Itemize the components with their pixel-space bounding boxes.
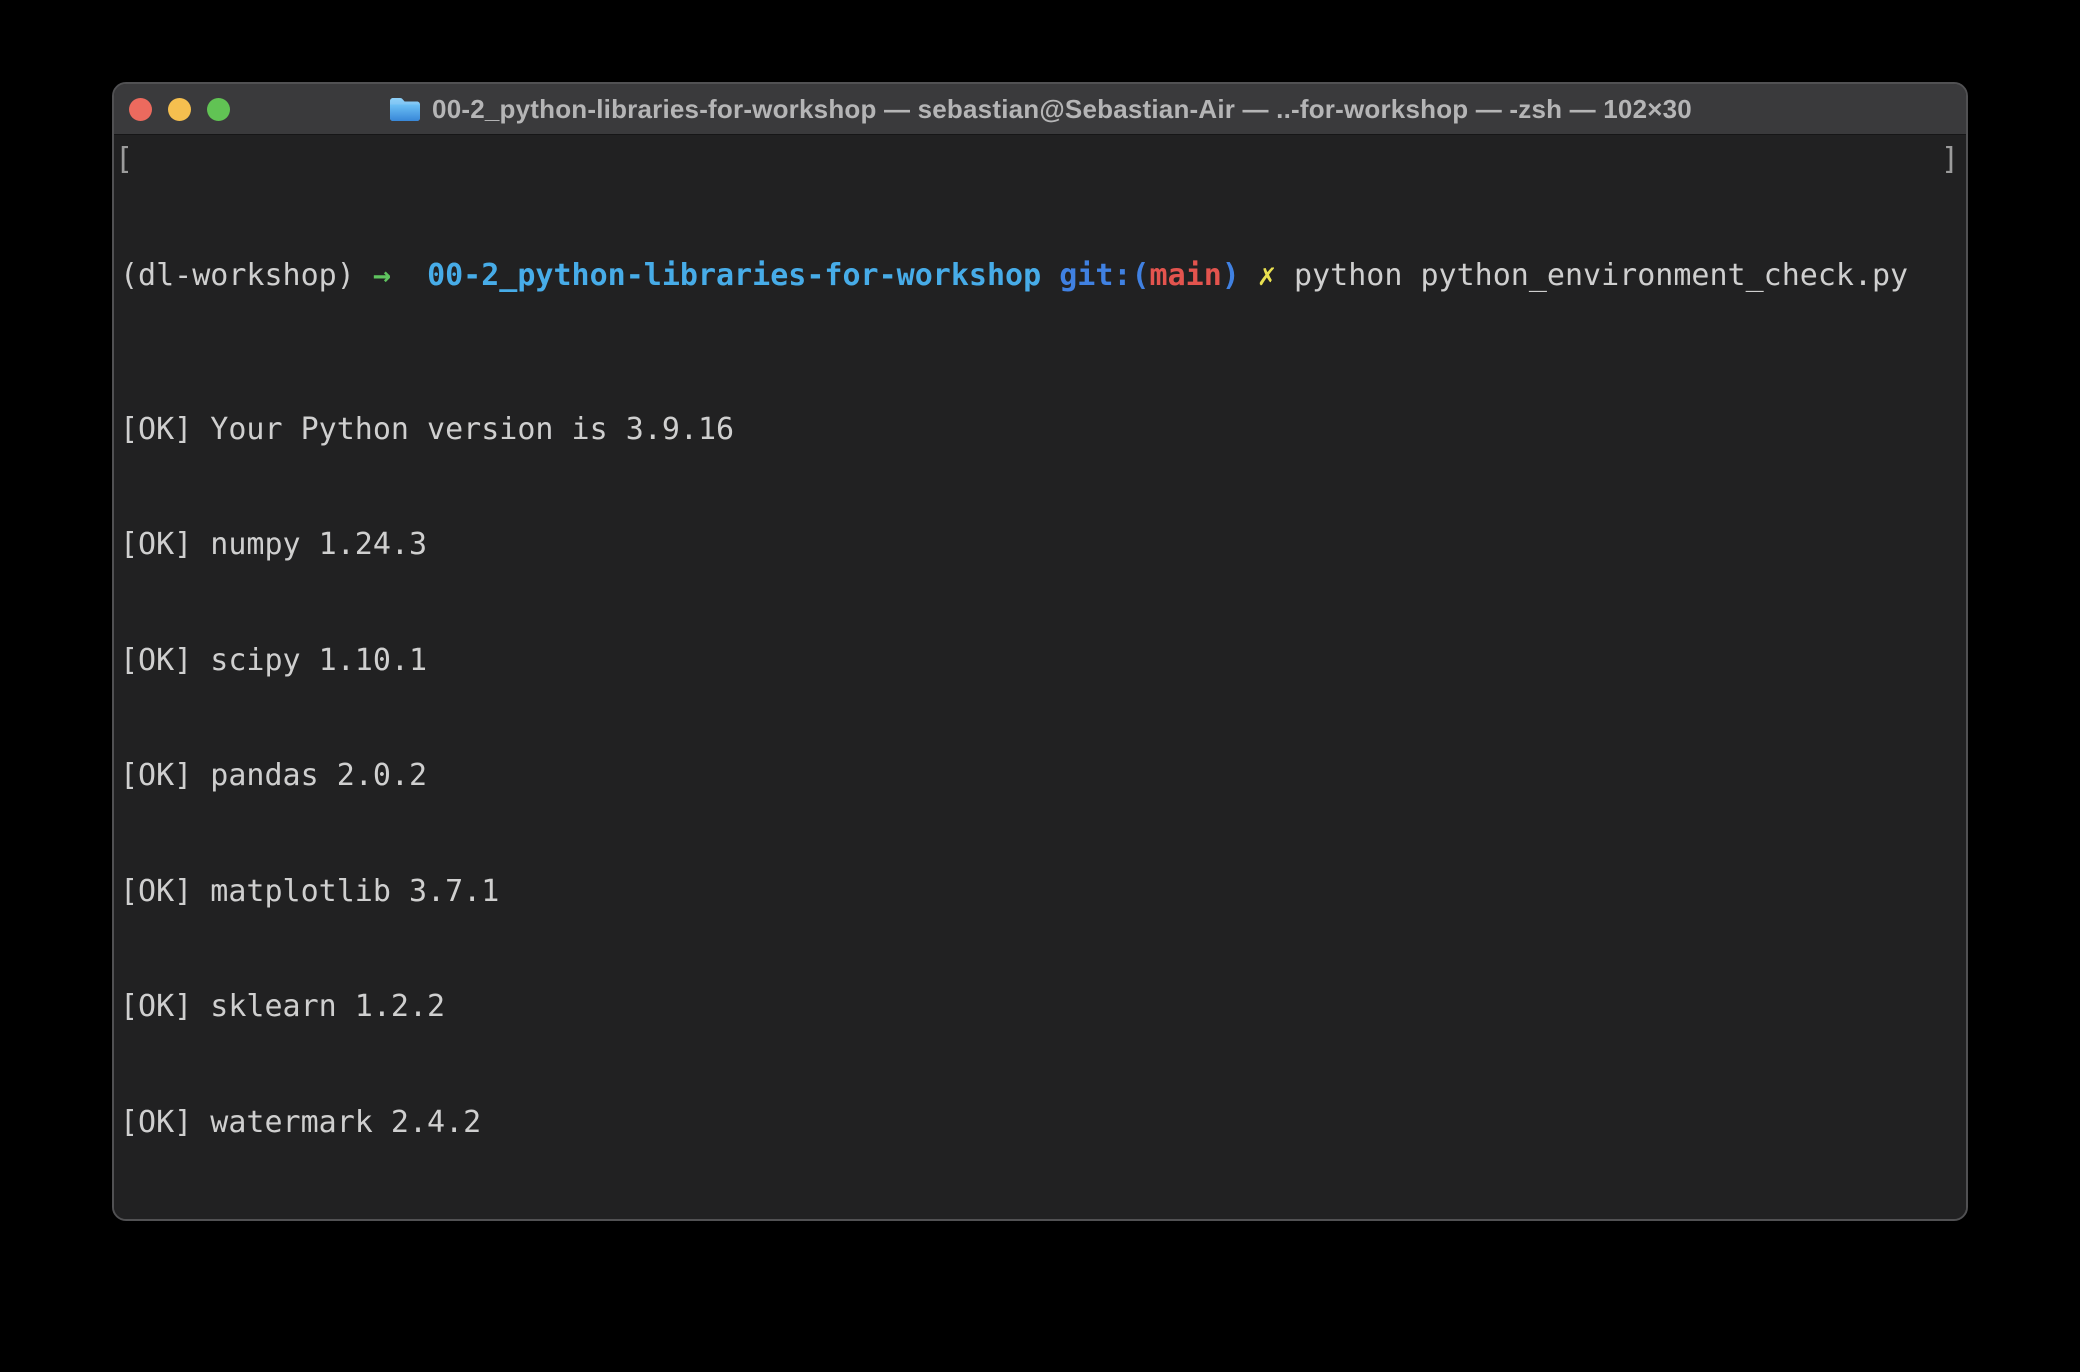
conda-env-label: (dl-workshop): [120, 258, 373, 293]
zoom-button[interactable]: [207, 98, 230, 121]
git-branch: main: [1150, 258, 1222, 293]
git-prefix: git:(: [1059, 258, 1149, 293]
minimize-button[interactable]: [168, 98, 191, 121]
output-line: [OK] Your Python version is 3.9.16: [120, 411, 1960, 450]
prompt-arrow: →: [373, 258, 427, 293]
window-controls: [129, 84, 230, 134]
prompt-mark-left: [: [115, 141, 133, 180]
output-line: [OK] torch 2.0.1: [120, 1219, 1960, 1221]
output-line: [OK] matplotlib 3.7.1: [120, 873, 1960, 912]
typed-command: python python_environment_check.py: [1294, 258, 1908, 293]
git-dirty-flag: ✗: [1240, 258, 1294, 293]
prompt-mark-right: ]: [1941, 141, 1959, 180]
terminal-lines: (dl-workshop) → 00-2_python-libraries-fo…: [120, 141, 1960, 1221]
window-title: 00-2_python-libraries-for-workshop — seb…: [432, 94, 1692, 125]
output-line: [OK] sklearn 1.2.2: [120, 988, 1960, 1027]
close-button[interactable]: [129, 98, 152, 121]
prompt-line-command: (dl-workshop) → 00-2_python-libraries-fo…: [120, 257, 1960, 296]
terminal-window: 00-2_python-libraries-for-workshop — seb…: [112, 82, 1968, 1221]
terminal-content[interactable]: [ ] (dl-workshop) → 00-2_python-librarie…: [114, 135, 1966, 1219]
current-directory: 00-2_python-libraries-for-workshop: [427, 258, 1059, 293]
output-line: [OK] pandas 2.0.2: [120, 757, 1960, 796]
git-close: ): [1222, 258, 1240, 293]
title-group: 00-2_python-libraries-for-workshop — seb…: [388, 94, 1692, 125]
window-titlebar[interactable]: 00-2_python-libraries-for-workshop — seb…: [114, 84, 1966, 135]
output-line: [OK] watermark 2.4.2: [120, 1104, 1960, 1143]
output-line: [OK] scipy 1.10.1: [120, 642, 1960, 681]
folder-proxy-icon[interactable]: [388, 95, 422, 123]
output-line: [OK] numpy 1.24.3: [120, 526, 1960, 565]
